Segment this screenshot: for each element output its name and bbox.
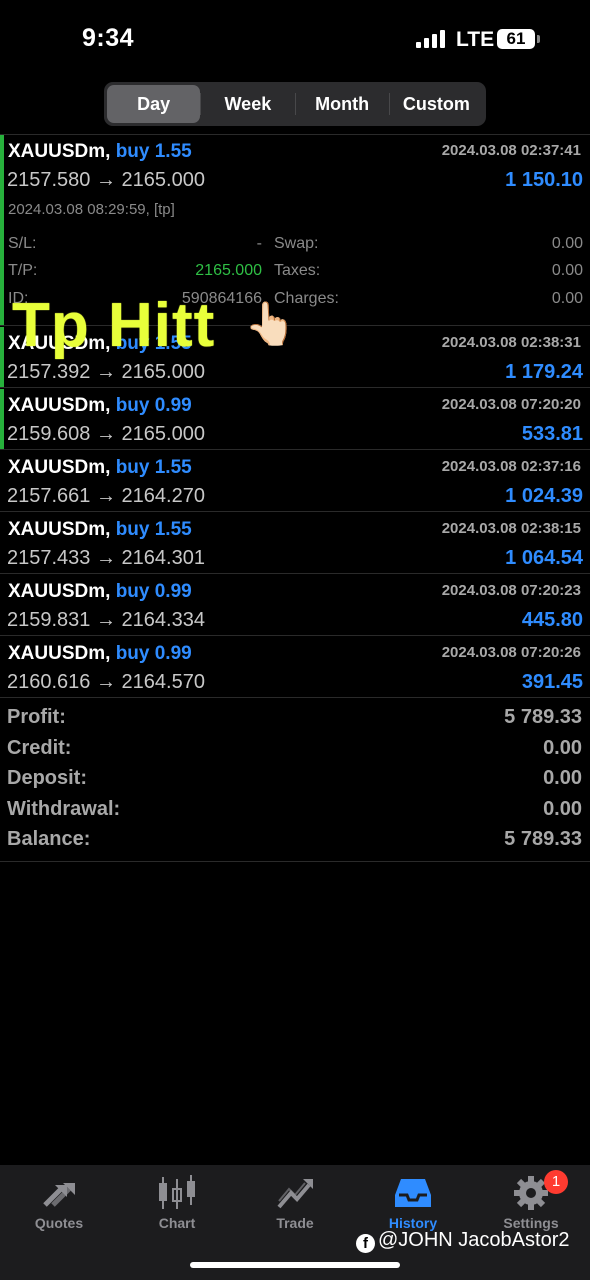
- deal-prices: 2159.608 → 2165.000: [7, 423, 205, 445]
- home-indicator[interactable]: [190, 1262, 400, 1268]
- deal-side: buy 1.55: [115, 519, 192, 540]
- summary-row-balance: Balance: 5 789.33: [0, 822, 590, 853]
- summary-label: Withdrawal:: [7, 797, 121, 820]
- account-summary: Profit: 5 789.33 Credit: 0.00 Deposit: 0…: [0, 700, 590, 853]
- battery-icon: 61: [497, 29, 535, 49]
- divider: [0, 861, 590, 862]
- buy-indicator-stripe: [0, 135, 4, 325]
- deal-profit: 1 150.10: [505, 169, 583, 191]
- tab-day[interactable]: Day: [107, 85, 201, 123]
- deal-symbol: XAUUSDm, buy 0.99: [8, 643, 192, 664]
- watermark-text: @JOHN JacobAstor2: [378, 1229, 570, 1251]
- candlestick-chart-icon: [159, 1175, 195, 1209]
- period-segmented-control: Day Week Month Custom: [104, 82, 486, 126]
- taxes-value: 0.00: [551, 262, 583, 279]
- deal-prices: 2157.580 → 2165.000: [7, 169, 205, 191]
- tab-label: Quotes: [34, 1215, 84, 1231]
- deal-symbol: XAUUSDm, buy 1.55: [8, 457, 192, 478]
- status-bar: 9:34 LTE 61: [0, 0, 590, 80]
- tab-month[interactable]: Month: [296, 85, 389, 123]
- watermark: f @JOHN JacobAstor2: [356, 1229, 569, 1253]
- facebook-icon: f: [356, 1234, 375, 1253]
- network-type: LTE: [456, 28, 495, 51]
- deal-profit: 1 179.24: [505, 361, 583, 383]
- deal-symbol: XAUUSDm, buy 1.55: [8, 519, 192, 540]
- summary-value: 5 789.33: [504, 828, 582, 850]
- deal-side: buy 0.99: [115, 643, 192, 664]
- summary-label: Balance:: [7, 828, 91, 850]
- deal-prices: 2157.433 → 2164.301: [7, 547, 205, 569]
- deal-side: buy 1.55: [115, 457, 192, 478]
- deal-open-time: 2024.03.08 02:37:41: [441, 142, 581, 159]
- deal-row[interactable]: XAUUSDm, buy 1.55 2024.03.08 02:38:15 21…: [0, 513, 590, 574]
- deal-row[interactable]: XAUUSDm, buy 1.55 2024.03.08 02:37:16 21…: [0, 451, 590, 512]
- buy-indicator-stripe: [0, 327, 4, 387]
- deal-open-time: 2024.03.08 07:20:26: [441, 644, 581, 661]
- battery-tip: [537, 35, 540, 43]
- deal-row[interactable]: XAUUSDm, buy 0.99 2024.03.08 07:20:26 21…: [0, 637, 590, 698]
- tab-week[interactable]: Week: [201, 85, 294, 123]
- deal-open-time: 2024.03.08 02:38:15: [441, 520, 581, 537]
- deal-profit: 1 024.39: [505, 485, 583, 507]
- deal-side: buy 0.99: [115, 581, 192, 602]
- summary-label: Deposit:: [7, 767, 87, 789]
- charges-value: 0.00: [551, 290, 583, 307]
- pointing-hand-emoji: 👆🏻: [244, 300, 297, 347]
- deal-prices: 2157.661 → 2164.270: [7, 485, 205, 507]
- summary-row-withdrawal: Withdrawal: 0.00: [0, 792, 590, 823]
- trade-trend-icon: [277, 1179, 313, 1209]
- deal-profit: 1 064.54: [505, 547, 583, 569]
- deal-symbol: XAUUSDm, buy 0.99: [8, 395, 192, 416]
- tab-label: Chart: [158, 1215, 196, 1231]
- tp-label: T/P:: [8, 262, 38, 279]
- summary-row-profit: Profit: 5 789.33: [0, 700, 590, 731]
- deal-prices: 2157.392 → 2165.000: [7, 361, 205, 383]
- tab-quotes[interactable]: Quotes: [0, 1165, 118, 1245]
- summary-value: 0.00: [543, 797, 582, 820]
- tp-hit-overlay-text: Tp Hitt: [12, 291, 216, 360]
- deal-symbol: XAUUSDm, buy 1.55: [8, 141, 192, 162]
- deal-row[interactable]: XAUUSDm, buy 0.99 2024.03.08 07:20:23 21…: [0, 575, 590, 636]
- deal-open-time: 2024.03.08 07:20:23: [441, 582, 581, 599]
- tab-label: Trade: [276, 1215, 314, 1231]
- sl-value: -: [256, 235, 262, 252]
- deal-close-info: 2024.03.08 08:29:59, [tp]: [8, 201, 175, 218]
- notification-badge: 1: [544, 1170, 568, 1194]
- taxes-label: Taxes:: [274, 262, 321, 279]
- swap-label: Swap:: [274, 235, 319, 252]
- history-tray-icon: [395, 1179, 431, 1207]
- summary-row-credit: Credit: 0.00: [0, 731, 590, 762]
- summary-row-deposit: Deposit: 0.00: [0, 761, 590, 792]
- deal-prices: 2160.616 → 2164.570: [7, 671, 205, 693]
- tab-chart[interactable]: Chart: [118, 1165, 236, 1245]
- deal-prices: 2159.831 → 2164.334: [7, 609, 205, 631]
- deal-open-time: 2024.03.08 07:20:20: [441, 396, 581, 413]
- summary-value: 5 789.33: [504, 706, 582, 728]
- deal-side: buy 1.55: [115, 141, 192, 162]
- swap-value: 0.00: [551, 235, 583, 252]
- quotes-arrows-icon: [43, 1183, 75, 1207]
- deal-profit: 533.81: [521, 423, 583, 445]
- summary-label: Credit:: [7, 736, 72, 759]
- deal-row[interactable]: XAUUSDm, buy 0.99 2024.03.08 07:20:20 21…: [0, 389, 590, 450]
- deal-open-time: 2024.03.08 02:38:31: [441, 334, 581, 351]
- summary-value: 0.00: [543, 767, 582, 789]
- summary-value: 0.00: [543, 736, 582, 759]
- summary-label: Profit:: [7, 706, 66, 728]
- status-time: 9:34: [82, 24, 135, 52]
- sl-label: S/L:: [8, 235, 37, 252]
- signal-bars-icon: [416, 30, 448, 48]
- tp-value: 2165.000: [195, 262, 262, 279]
- deal-open-time: 2024.03.08 02:37:16: [441, 458, 581, 475]
- deal-symbol: XAUUSDm, buy 0.99: [8, 581, 192, 602]
- deal-profit: 391.45: [521, 671, 583, 693]
- tab-custom[interactable]: Custom: [390, 85, 483, 123]
- tab-trade[interactable]: Trade: [236, 1165, 354, 1245]
- deal-side: buy 0.99: [115, 395, 192, 416]
- buy-indicator-stripe: [0, 389, 4, 449]
- deal-profit: 445.80: [521, 609, 583, 631]
